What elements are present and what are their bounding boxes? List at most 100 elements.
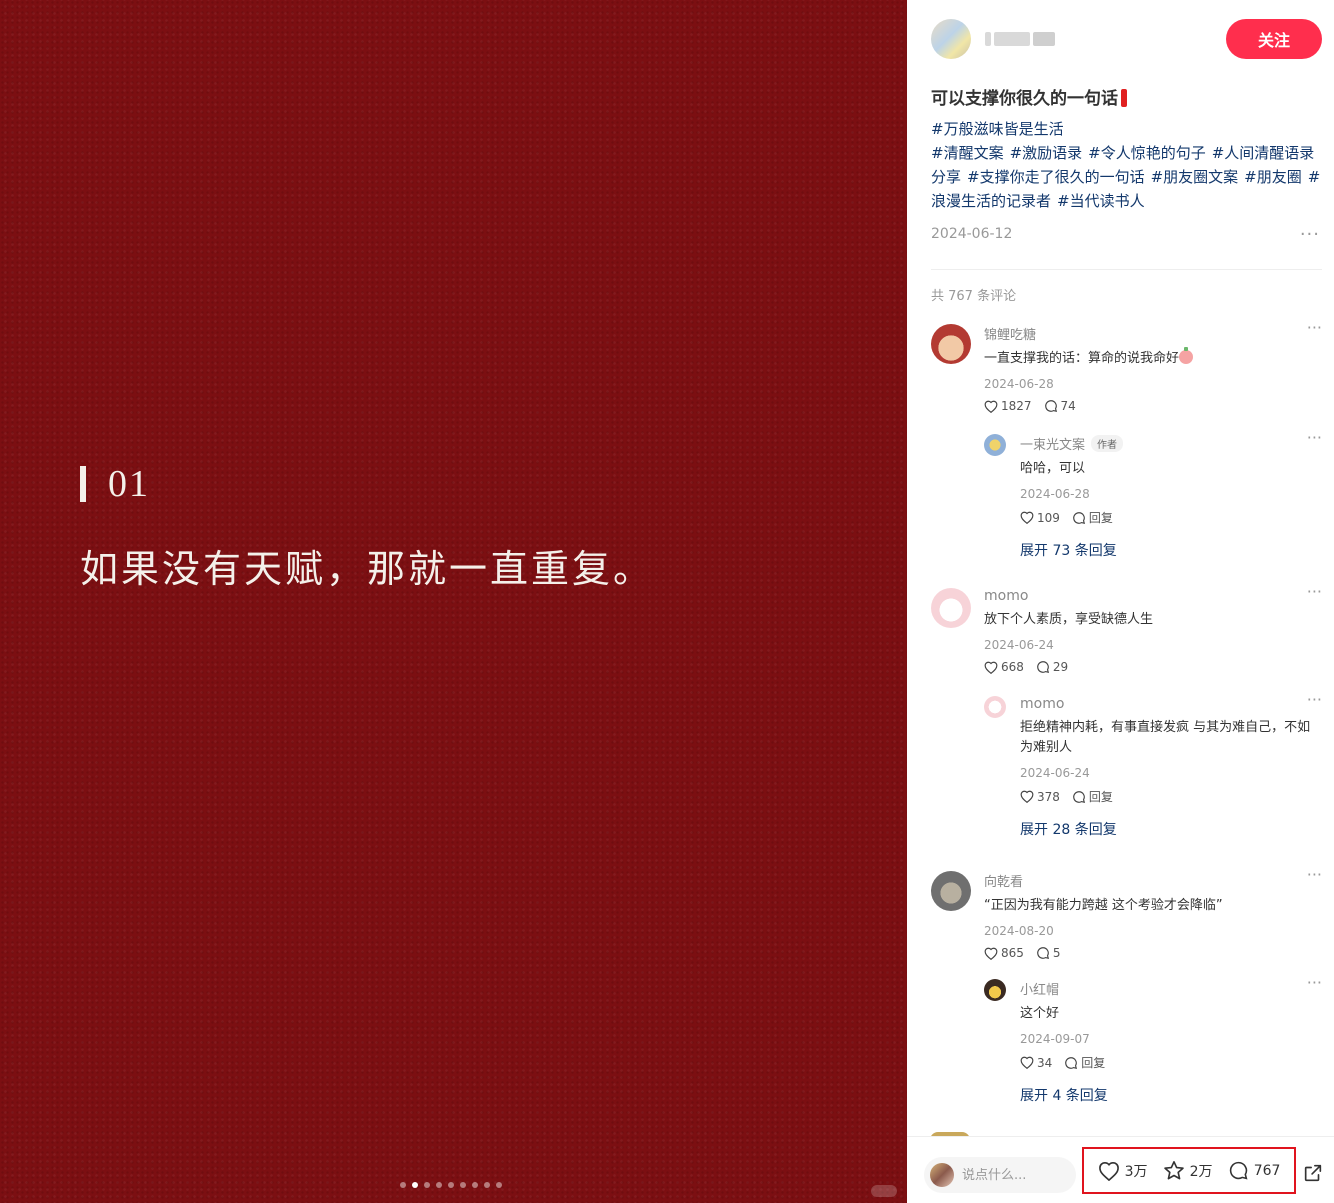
reply-text: 哈哈，可以 [1020, 461, 1086, 476]
like-total: 3万 [1124, 1163, 1148, 1180]
reply-button[interactable]: 29 [1036, 660, 1068, 674]
reply-text: 拒绝精神内耗，有事直接发疯 与其为难自己，不如为难别人 [1020, 720, 1311, 755]
comment-more-icon[interactable]: ··· [1307, 865, 1322, 884]
like-button[interactable]: 109 [1020, 511, 1060, 525]
tag-link[interactable]: #清醒文案 [931, 144, 1004, 162]
comment-text: “正因为我有能力跨越 这个考验才会降临” [984, 898, 1223, 913]
reply-more-icon[interactable]: ··· [1307, 973, 1322, 992]
heart-icon [1098, 1161, 1119, 1181]
carousel-dot[interactable] [400, 1182, 406, 1188]
carousel-dot[interactable] [472, 1182, 478, 1188]
share-icon [1304, 1164, 1322, 1182]
author-avatar[interactable] [931, 19, 971, 59]
tag-link[interactable]: #令人惊艳的句子 [1088, 144, 1206, 162]
follow-button[interactable]: 关注 [1226, 19, 1322, 59]
reply-name[interactable]: momo [1020, 696, 1322, 712]
comment-button[interactable]: 767 [1228, 1160, 1280, 1181]
like-button[interactable]: 378 [1020, 790, 1060, 804]
reply-count: 29 [1052, 660, 1069, 674]
more-options-icon[interactable]: ··· [1300, 224, 1320, 245]
tag-link[interactable]: #朋友圈 [1244, 168, 1302, 186]
carousel-dot[interactable] [448, 1182, 454, 1188]
carousel-dot[interactable] [484, 1182, 490, 1188]
heart-icon [984, 661, 998, 674]
reply-button[interactable]: 回复 [1064, 1054, 1105, 1071]
carousel-dot[interactable] [436, 1182, 442, 1188]
comment-icon [1073, 790, 1085, 803]
comment-icon [1037, 661, 1049, 674]
like-count: 378 [1037, 789, 1060, 804]
star-icon [1163, 1161, 1184, 1180]
reply-button[interactable]: 5 [1036, 946, 1061, 960]
reply-button[interactable]: 回复 [1072, 788, 1113, 805]
tag-link[interactable]: #当代读书人 [1057, 192, 1145, 210]
reply-more-icon[interactable]: ··· [1307, 690, 1322, 709]
carousel-dot[interactable] [460, 1182, 466, 1188]
tag-link[interactable]: #朋友圈文案 [1151, 168, 1239, 186]
reply-button[interactable]: 回复 [1072, 509, 1113, 526]
tag-link[interactable]: #支撑你走了很久的一句话 [967, 168, 1145, 186]
commenter-avatar[interactable] [931, 324, 971, 364]
expand-replies-link[interactable]: 展开 28 条回复 [1020, 819, 1322, 839]
author-header: 关注 [931, 18, 1322, 60]
commenter-name[interactable]: 锦鲤吃糖 [984, 324, 1322, 343]
commenter-avatar[interactable] [931, 871, 971, 911]
like-button[interactable]: 34 [1020, 1056, 1052, 1070]
like-button[interactable]: 865 [984, 946, 1024, 960]
author-name-blurred[interactable] [985, 32, 1055, 46]
tag-link[interactable]: #万般滋味皆是生活 [931, 120, 1064, 138]
heart-icon [984, 400, 998, 413]
reply-label: 回复 [1088, 790, 1113, 804]
comment-item: momo ··· 放下个人素质，享受缺德人生 2024-06-24 668 29 [931, 582, 1322, 843]
reply-count: 74 [1060, 399, 1076, 413]
carousel-dot[interactable] [496, 1182, 502, 1188]
commenter-name[interactable]: momo [984, 588, 1322, 604]
engagement-group: 3万 2万 767 [1082, 1147, 1296, 1194]
comment-input-box[interactable] [924, 1157, 1076, 1193]
reply-name[interactable]: 一束光文案 [1020, 434, 1085, 453]
comment-text: 放下个人素质，享受缺德人生 [984, 612, 1154, 627]
like-button[interactable]: 668 [984, 660, 1024, 674]
share-button[interactable] [1302, 1162, 1324, 1188]
like-button[interactable]: 3万 [1098, 1161, 1148, 1181]
reply-avatar[interactable] [984, 696, 1006, 718]
reply-date: 2024-06-24 [1020, 766, 1090, 780]
commenter-avatar[interactable] [931, 588, 971, 628]
expand-replies-link[interactable]: 展开 73 条回复 [1020, 540, 1322, 560]
reply-count: 5 [1052, 946, 1061, 960]
reply-date: 2024-09-07 [1020, 1032, 1090, 1046]
comment-icon [1065, 1056, 1078, 1069]
post-tags: #万般滋味皆是生活 #清醒文案 #激励语录 #令人惊艳的句子 #人间清醒语录分享 #支撑… [931, 117, 1324, 213]
like-button[interactable]: 1827 [984, 399, 1032, 413]
collect-button[interactable]: 2万 [1163, 1160, 1213, 1181]
heart-icon [1020, 790, 1034, 803]
comment-item: 向乾看 ··· “正因为我有能力跨越 这个考验才会降临” 2024-08-20 … [931, 865, 1322, 1106]
reply-avatar[interactable] [984, 434, 1006, 456]
comment-date: 2024-08-20 [984, 924, 1054, 938]
reply-text: 这个好 [1020, 1006, 1060, 1021]
image-number-row: 01 [80, 462, 150, 506]
comment-item: 锦鲤吃糖 ··· 一直支撑我的话：算命的说我命好 2024-06-28 1827… [931, 318, 1322, 560]
reply-more-icon[interactable]: ··· [1307, 428, 1322, 447]
post-date: 2024-06-12 [931, 226, 1013, 242]
comment-date: 2024-06-28 [984, 377, 1054, 391]
reply-label: 回复 [1088, 511, 1113, 525]
reply-avatar[interactable] [984, 979, 1006, 1001]
bottom-bar: 3万 2万 767 [907, 1136, 1334, 1203]
image-quote: 如果没有天赋，那就一直重复。 [80, 547, 655, 591]
carousel-dot-active[interactable] [412, 1182, 418, 1188]
note-image[interactable]: 01 如果没有天赋，那就一直重复。 [0, 0, 907, 1203]
reply-name[interactable]: 小红帽 [1020, 979, 1322, 998]
reply-date: 2024-06-28 [1020, 487, 1090, 501]
like-count: 865 [1001, 946, 1024, 960]
tag-link[interactable]: #激励语录 [1010, 144, 1083, 162]
comment-more-icon[interactable]: ··· [1307, 318, 1322, 337]
comment-more-icon[interactable]: ··· [1307, 582, 1322, 601]
carousel-dot[interactable] [424, 1182, 430, 1188]
comment-input[interactable] [962, 1167, 1062, 1183]
expand-replies-link[interactable]: 展开 4 条回复 [1020, 1085, 1322, 1105]
comment-icon [1037, 947, 1049, 960]
reply-button[interactable]: 74 [1044, 399, 1076, 413]
commenter-name[interactable]: 向乾看 [984, 871, 1322, 890]
post-title: 可以支撑你很久的一句话 [931, 84, 1127, 109]
